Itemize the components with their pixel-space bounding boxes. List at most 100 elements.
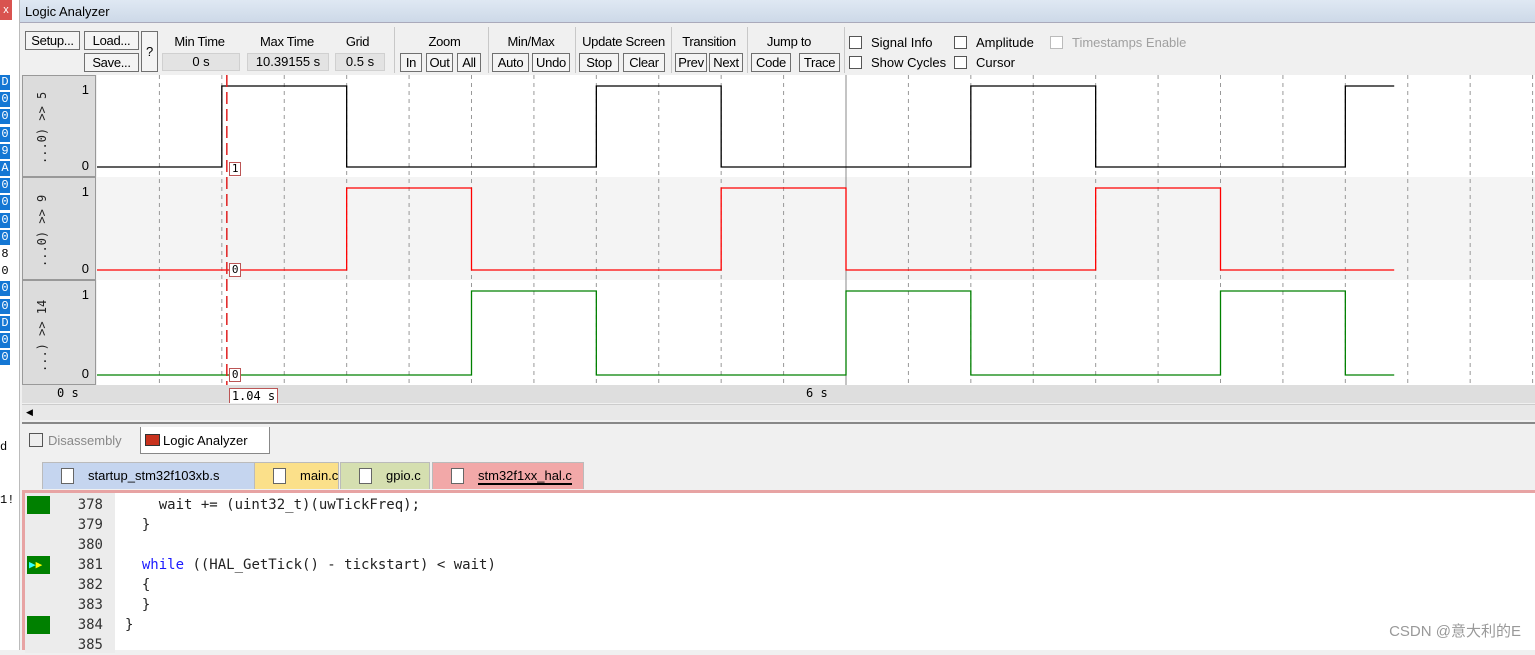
file-tab-label: gpio.c [386,468,421,483]
cursor-label: Cursor [976,55,1016,70]
code-line[interactable]: 385 [25,635,1525,655]
cursor-checkbox[interactable] [954,56,967,69]
help-button[interactable]: ? [141,31,158,72]
signal-info-checkbox[interactable] [849,36,862,49]
code-content: } [125,617,134,633]
setup-button[interactable]: Setup... [25,31,80,50]
coverage-marker [27,496,50,514]
code-text: } [125,595,150,615]
watermark: CSDN @意大利的E [1389,623,1521,640]
file-tab[interactable]: main.c [254,462,339,489]
code-line[interactable]: 380 [25,535,1525,555]
logic-analyzer-icon [145,434,160,446]
file-tab[interactable]: gpio.c [340,462,430,489]
file-icon [359,468,372,484]
code-content: } [125,597,151,613]
undo-button[interactable]: Undo [532,53,570,72]
min-time-label: Min Time [174,34,225,49]
code-line[interactable]: 379 } [25,515,1525,535]
file-icon [273,468,286,484]
coverage-marker [27,616,50,634]
signal-info-label: Signal Info [871,35,933,50]
timestamps-checkbox[interactable] [1050,36,1063,49]
time-axis: 0 s 6 s 1.04 s [22,385,1535,403]
amplitude-checkbox[interactable] [954,36,967,49]
left-value: A [0,161,10,176]
tab-disassembly[interactable]: Disassembly [26,427,134,454]
jump-to-label: Jump to [766,34,812,49]
prev-button[interactable]: Prev [675,53,707,72]
left-value: 9 [0,143,10,159]
file-icon [61,468,74,484]
code-text: while ((HAL_GetTick() - tickstart) < wai… [125,555,496,575]
transition-label: Transition [682,34,736,49]
max-time-value: 10.39155 s [247,53,329,71]
waveform-area[interactable]: ...0) >> 5 1 0 1 ...0) >> 9 1 0 0 ...) >> 14 1 0 0 [22,75,1535,405]
scroll-left-icon[interactable]: ◀ [26,407,33,418]
min-time-value: 0 s [162,53,240,71]
code-content: } [125,517,151,533]
left-value: 0 [0,298,10,314]
tab-label: Logic Analyzer [163,433,248,448]
code-line[interactable]: 382 { [25,575,1525,595]
signal-name: ...0) >> 9 [35,194,49,267]
tab-logic-analyzer[interactable]: Logic Analyzer [140,427,270,454]
file-tab[interactable]: stm32f1xx_hal.c [432,462,584,489]
left-value: D [0,315,10,331]
code-text: wait += (uint32_t)(uwTickFreq); [125,495,420,515]
file-tab-label: stm32f1xx_hal.c [478,468,572,485]
signal-row-bg [97,75,1535,177]
jump-trace-button[interactable]: Trace [799,53,840,72]
show-cycles-checkbox[interactable] [849,56,862,69]
cursor-time-label: 1.04 s [228,388,279,403]
left-value: 8 [0,247,10,262]
load-button[interactable]: Load... [84,31,139,50]
file-tab[interactable]: startup_stm32f103xb.s [42,462,262,489]
code-line[interactable]: 378 wait += (uint32_t)(uwTickFreq); [25,495,1525,515]
horizontal-scrollbar[interactable]: ◀ [22,404,1535,420]
line-number: 379 [77,517,103,533]
next-button[interactable]: Next [709,53,743,72]
signal-name-panel[interactable]: ...) >> 14 1 0 [22,280,96,385]
window-tabs: Disassembly Logic Analyzer [22,422,1535,454]
signal-name-panel[interactable]: ...0) >> 5 1 0 [22,75,96,177]
file-tabs: startup_stm32f103xb.s main.c gpio.c stm32f1… [22,458,1535,490]
code-line[interactable]: ▶▶ 381 while ((HAL_GetTick() - tickstart)… [25,555,1525,575]
jump-code-button[interactable]: Code [751,53,791,72]
line-number: 382 [77,577,103,593]
clear-button[interactable]: Clear [623,53,665,72]
amplitude-label: Amplitude [976,35,1034,50]
left-value: 0 [0,350,10,366]
left-value: 0 [0,178,10,194]
signal-name-panel[interactable]: ...0) >> 9 1 0 [22,177,96,280]
zoom-in-button[interactable]: In [400,53,422,72]
line-number: 383 [77,597,103,613]
line-number: 378 [77,497,103,513]
zoom-all-button[interactable]: All [457,53,481,72]
left-text: 1! [0,493,15,507]
minmax-label: Min/Max [507,34,555,49]
code-line[interactable]: 383 } [25,595,1525,615]
window-title: Logic Analyzer [20,0,1535,23]
stop-button[interactable]: Stop [579,53,619,72]
signal-name: ...0) >> 5 [35,91,49,164]
save-button[interactable]: Save... [84,53,139,72]
x-tick-label: 0 s [57,386,79,400]
line-number: 381 [77,557,103,573]
code-line[interactable]: 384} [25,615,1525,635]
waveform-chart[interactable] [22,75,1535,385]
current-line-arrow-icon: ▶▶ [27,556,50,574]
close-icon[interactable]: x [0,0,12,20]
left-panel-strip: x D0009A00008000D00 d 1! [0,0,20,650]
file-tab-label: main.c [300,468,339,483]
auto-button[interactable]: Auto [492,53,529,72]
signal-name: ...) >> 14 [35,299,49,372]
tab-label: Disassembly [48,433,122,448]
code-editor[interactable]: 378 wait += (uint32_t)(uwTickFreq); 379 }… [22,490,1535,653]
keyword: while [141,557,185,573]
left-value: 0 [0,126,10,142]
code-text: } [125,615,133,635]
toolbar: Setup... Load... Save... ? Min Time 0 s … [22,27,1535,75]
zoom-out-button[interactable]: Out [426,53,453,72]
signal-row-bg [97,177,1535,280]
